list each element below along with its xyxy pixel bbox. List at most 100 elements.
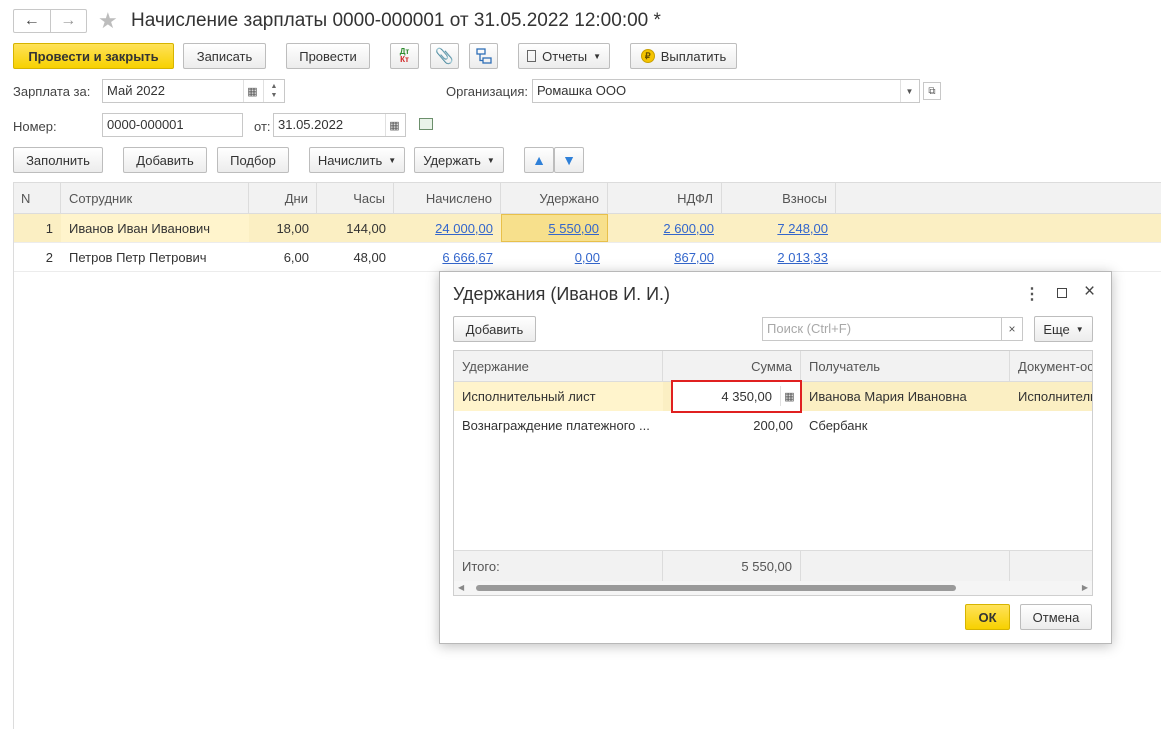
table-row[interactable]: 2 Петров Петр Петрович 6,00 48,00 6 666,… [13,243,1161,272]
forward-arrow-icon[interactable]: → [51,10,87,32]
total-value: 5 550,00 [663,551,801,581]
col-employee[interactable]: Сотрудник [61,183,249,213]
chevron-down-icon: ▼ [388,155,397,165]
withholding-name: Исполнительный лист [454,382,663,411]
save-button[interactable]: Записать [183,43,266,69]
col-recipient[interactable]: Получатель [801,351,1010,381]
calculator-icon[interactable]: ▦ [780,386,798,406]
amount-value: 200,00 [753,418,793,433]
col-contrib[interactable]: Взносы [722,183,836,213]
chevron-down-icon: ▼ [486,155,495,165]
organization-label: Организация: [446,84,529,99]
table-row[interactable]: Исполнительный лист 4 350,00 ▦ Иванова М… [454,380,1092,413]
col-days[interactable]: Дни [249,183,317,213]
col-hours[interactable]: Часы [317,183,394,213]
col-withholding[interactable]: Удержание [454,351,663,381]
col-n[interactable]: N [13,183,61,213]
dialog-search-input[interactable]: Поиск (Ctrl+F) [762,317,1002,341]
scrollbar-thumb[interactable] [476,585,956,591]
table-row[interactable]: 1 Иванов Иван Иванович 18,00 144,00 24 0… [13,214,1161,243]
arrow-down-icon: ▼ [562,152,576,168]
dialog-add-button[interactable]: Добавить [453,316,536,342]
salary-for-label: Зарплата за: [13,84,91,99]
row-number: 2 [45,249,53,265]
date-calendar-icon[interactable]: ▦ [385,114,403,136]
move-up-button[interactable]: ▲ [524,147,554,173]
col-ndfl[interactable]: НДФЛ [608,183,722,213]
scroll-left-icon[interactable]: ◀ [458,583,464,592]
pay-button[interactable]: ₽ Выплатить [630,43,737,69]
structure-icon [475,48,492,64]
fill-button[interactable]: Заполнить [13,147,103,173]
nav-buttons: ← → [13,9,87,33]
table-footer: Итого: 5 550,00 [454,550,1092,581]
recipient-name: Иванова Мария Ивановна [809,389,967,404]
withholding-name: Вознаграждение платежного ... [462,418,650,433]
withheld-link[interactable]: 5 550,00 [501,214,608,242]
accrue-dropdown-button[interactable]: Начислить ▼ [309,147,405,173]
table-left-border [13,182,14,729]
accrued-link[interactable]: 6 666,67 [394,243,501,271]
col-withheld[interactable]: Удержано [501,183,608,213]
reports-icon [527,50,537,62]
spin-up-icon[interactable]: ▲ [271,82,278,91]
contrib-link[interactable]: 7 248,00 [722,214,836,242]
recipient-name: Сбербанк [809,418,868,433]
total-label: Итого: [454,551,663,581]
open-link-icon[interactable]: ⧉ [923,82,941,100]
days-value: 6,00 [283,249,309,265]
post-and-close-button[interactable]: Провести и закрыть [13,43,174,69]
chevron-down-icon: ▼ [1075,324,1084,334]
move-down-button[interactable]: ▼ [554,147,584,173]
structure-button[interactable] [469,43,498,69]
more-vertical-icon[interactable]: ⋮ [1024,284,1040,304]
select-button[interactable]: Подбор [217,147,289,173]
withhold-dropdown-button[interactable]: Удержать ▼ [414,147,504,173]
coin-icon: ₽ [640,49,655,63]
post-button[interactable]: Провести [286,43,370,69]
table-header: Удержание Сумма Получатель Документ-ос [454,351,1092,382]
scroll-right-icon[interactable]: ▶ [1082,583,1088,592]
ok-button[interactable]: ОК [965,604,1010,630]
add-row-button[interactable]: Добавить [123,147,207,173]
hours-value: 144,00 [346,220,386,236]
more-dropdown-button[interactable]: Еще ▼ [1034,316,1093,342]
col-amount[interactable]: Сумма [663,351,801,381]
arrow-up-icon: ▲ [532,152,546,168]
table-header: N Сотрудник Дни Часы Начислено Удержано … [13,183,1161,214]
dt-kt-button[interactable]: Дт Кт [390,43,419,69]
comment-icon[interactable] [419,118,433,130]
dialog-title: Удержания (Иванов И. И.) [453,284,671,304]
attach-button[interactable]: 📎 [430,43,459,69]
favorite-star-icon[interactable]: ★ [98,8,118,34]
paperclip-icon: 📎 [435,48,454,65]
org-dropdown-icon[interactable]: ▼ [900,80,918,102]
search-clear-icon[interactable]: × [1002,317,1023,341]
col-accrued[interactable]: Начислено [394,183,501,213]
reports-dropdown-button[interactable]: Отчеты ▼ [518,43,610,69]
maximize-icon[interactable] [1057,288,1067,298]
ndfl-link[interactable]: 867,00 [608,243,722,271]
back-arrow-icon[interactable]: ← [14,10,51,32]
close-icon[interactable]: × [1084,281,1095,303]
days-value: 18,00 [276,220,309,236]
organization-field[interactable]: Ромашка ООО [532,79,920,103]
accrued-link[interactable]: 24 000,00 [394,214,501,242]
document-name [1010,411,1092,440]
employee-name: Петров Петр Петрович [69,249,207,265]
date-label: от: [254,119,271,134]
ndfl-link[interactable]: 2 600,00 [608,214,722,242]
cancel-button[interactable]: Отмена [1020,604,1092,630]
withholdings-dialog: Удержания (Иванов И. И.) ⋮ × Добавить По… [439,271,1112,644]
horizontal-scrollbar[interactable]: ◀ ▶ [454,581,1092,595]
period-spinner[interactable]: ▲ ▼ [263,80,284,102]
spin-down-icon[interactable]: ▼ [271,91,278,100]
hours-value: 48,00 [353,249,386,265]
contrib-link[interactable]: 2 013,33 [722,243,836,271]
window-title: Начисление зарплаты 0000-000001 от 31.05… [131,10,661,31]
withheld-link[interactable]: 0,00 [501,243,608,271]
col-document[interactable]: Документ-ос [1010,351,1092,381]
table-row[interactable]: Вознаграждение платежного ... 200,00 Сбе… [454,411,1092,440]
number-field[interactable]: 0000-000001 [102,113,243,137]
calendar-icon[interactable]: ▦ [243,80,261,102]
